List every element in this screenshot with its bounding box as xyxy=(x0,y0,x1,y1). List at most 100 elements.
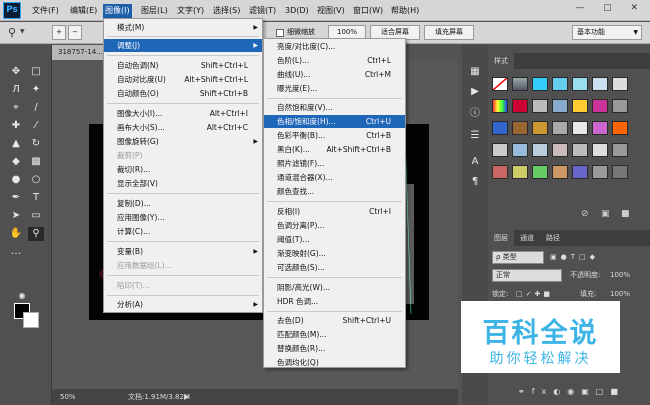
menu-3d[interactable]: 3D(D) xyxy=(283,4,311,18)
menu-layer[interactable]: 图层(L) xyxy=(139,4,170,18)
menu-item-mode[interactable]: 模式(M) ▶ xyxy=(104,21,262,34)
status-zoom[interactable]: 50% xyxy=(60,389,76,405)
menu-type[interactable]: 文字(Y) xyxy=(175,4,206,18)
menu-item-auto-contrast[interactable]: 自动对比度(U) Alt+Shift+Ctrl+L xyxy=(104,73,262,86)
menu-item-selective-color[interactable]: 可选颜色(S)... xyxy=(264,261,405,274)
quick-mask-icon[interactable]: ◉ xyxy=(14,289,30,303)
style-swatch[interactable] xyxy=(492,121,508,135)
zoom-in-icon[interactable]: + xyxy=(52,25,66,40)
pen-tool-icon[interactable]: ✒ xyxy=(8,191,24,205)
menu-item-replace-color[interactable]: 替换颜色(R)... xyxy=(264,342,405,355)
menu-filter[interactable]: 滤镜(T) xyxy=(247,4,278,18)
crop-tool-icon[interactable]: ⌖ xyxy=(8,101,24,115)
style-swatch[interactable] xyxy=(512,143,528,157)
style-swatch[interactable] xyxy=(592,143,608,157)
new-style-icon[interactable]: ▣ xyxy=(601,209,610,219)
style-swatch[interactable] xyxy=(572,165,588,179)
menu-item-threshold[interactable]: 阈值(T)... xyxy=(264,233,405,246)
background-color-swatch[interactable] xyxy=(23,312,39,328)
style-swatch[interactable] xyxy=(612,143,628,157)
menu-view[interactable]: 视图(V) xyxy=(315,4,347,18)
menu-item-auto-color[interactable]: 自动颜色(O) Shift+Ctrl+B xyxy=(104,87,262,100)
menu-edit[interactable]: 编辑(E) xyxy=(68,4,99,18)
trash-icon[interactable]: ■ xyxy=(621,209,630,219)
rectangle-tool-icon[interactable]: ▭ xyxy=(28,209,44,223)
menu-item-photo-filter[interactable]: 照片滤镜(F)... xyxy=(264,157,405,170)
menu-item-vibrance[interactable]: 自然饱和度(V)... xyxy=(264,101,405,114)
menu-item-variables[interactable]: 变量(B) ▶ xyxy=(104,245,262,258)
properties-panel-icon[interactable]: ☰ xyxy=(467,129,483,143)
menu-item-shadows-highlights[interactable]: 阴影/高光(W)... xyxy=(264,281,405,294)
tab-channels[interactable]: 通道 xyxy=(514,230,540,246)
style-swatch[interactable] xyxy=(552,77,568,91)
style-swatch[interactable] xyxy=(572,143,588,157)
more-tools-icon[interactable]: … xyxy=(8,245,24,259)
type-tool-icon[interactable]: T xyxy=(28,191,44,205)
menu-item-calculations[interactable]: 计算(C)... xyxy=(104,225,262,238)
style-swatch[interactable] xyxy=(552,143,568,157)
brush-tool-icon[interactable]: ⁄ xyxy=(28,119,44,133)
style-swatch[interactable] xyxy=(512,77,528,91)
style-swatch[interactable] xyxy=(572,99,588,113)
menu-item-apply-data-set[interactable]: 应用数据组(L)... xyxy=(104,259,262,272)
quick-select-tool-icon[interactable]: ✦ xyxy=(28,83,44,97)
dodge-tool-icon[interactable]: ○ xyxy=(28,173,44,187)
tab-paths[interactable]: 路径 xyxy=(540,230,566,246)
menu-item-desaturate[interactable]: 去色(D) Shift+Ctrl+U xyxy=(264,314,405,327)
history-brush-tool-icon[interactable]: ↻ xyxy=(28,137,44,151)
blend-mode-select[interactable]: 正常 xyxy=(492,269,562,282)
style-swatch[interactable] xyxy=(532,99,548,113)
menu-item-invert[interactable]: 反相(I) Ctrl+I xyxy=(264,205,405,218)
menu-item-apply-image[interactable]: 应用图像(Y)... xyxy=(104,211,262,224)
hand-tool-icon[interactable]: ✋ xyxy=(8,227,24,241)
menu-item-equalize[interactable]: 色调均化(Q) xyxy=(264,356,405,369)
style-swatch[interactable] xyxy=(552,121,568,135)
lasso-tool-icon[interactable]: Л xyxy=(8,83,24,97)
history-panel-icon[interactable]: ▦ xyxy=(467,65,483,79)
gradient-tool-icon[interactable]: ▩ xyxy=(28,155,44,169)
chevron-down-icon[interactable]: ▼ xyxy=(20,28,25,35)
menu-item-image-rotation[interactable]: 图像旋转(G) ▶ xyxy=(104,135,262,148)
menu-file[interactable]: 文件(F) xyxy=(30,4,61,18)
eyedropper-tool-icon[interactable]: ∕ xyxy=(28,101,44,115)
menu-item-match-color[interactable]: 匹配颜色(M)... xyxy=(264,328,405,341)
style-swatch[interactable] xyxy=(512,121,528,135)
menu-item-gradient-map[interactable]: 渐变映射(G)... xyxy=(264,247,405,260)
marquee-tool-icon[interactable]: □ xyxy=(28,65,44,79)
style-swatch[interactable] xyxy=(512,165,528,179)
style-swatch[interactable] xyxy=(572,121,588,135)
zoom-tool-icon[interactable]: ⚲ xyxy=(28,227,44,241)
menu-item-channel-mixer[interactable]: 通道混合器(X)... xyxy=(264,171,405,184)
zoom-out-icon[interactable]: − xyxy=(68,25,82,40)
blur-tool-icon[interactable]: ● xyxy=(8,173,24,187)
actions-panel-icon[interactable]: ▶ xyxy=(467,85,483,99)
menu-item-color-balance[interactable]: 色彩平衡(B)... Ctrl+B xyxy=(264,129,405,142)
style-swatch[interactable] xyxy=(512,99,528,113)
layer-actions-icons[interactable]: ⚭fx◐◉▣□■ xyxy=(518,386,625,398)
style-swatch[interactable] xyxy=(612,99,628,113)
opacity-value[interactable]: 100% xyxy=(610,269,630,281)
eraser-tool-icon[interactable]: ◆ xyxy=(8,155,24,169)
style-swatch[interactable] xyxy=(532,165,548,179)
layer-filter-select[interactable]: ρ 类型 xyxy=(492,251,544,264)
style-swatch-none[interactable] xyxy=(492,77,508,91)
style-swatch[interactable] xyxy=(572,77,588,91)
style-swatch[interactable] xyxy=(592,165,608,179)
character-panel-icon[interactable]: A xyxy=(467,155,483,169)
zoom-tool-icon[interactable]: ⚲ xyxy=(8,26,16,39)
menu-item-analysis[interactable]: 分析(A) ▶ xyxy=(104,298,262,311)
workspace-select[interactable]: 基本功能 ▼ xyxy=(572,25,642,40)
lock-icons[interactable]: □✓✚■ xyxy=(516,288,553,300)
menu-item-hdr-toning[interactable]: HDR 色调... xyxy=(264,295,405,308)
move-tool-icon[interactable]: ✥ xyxy=(8,65,24,79)
status-arrow-icon[interactable]: ▶ xyxy=(184,389,189,405)
menu-item-auto-tone[interactable]: 自动色调(N) Shift+Ctrl+L xyxy=(104,59,262,72)
fill-screen-button[interactable]: 填充屏幕 xyxy=(424,25,474,40)
fill-value[interactable]: 100% xyxy=(610,288,630,300)
paragraph-panel-icon[interactable]: ¶ xyxy=(467,175,483,189)
menu-item-black-white[interactable]: 黑白(K)... Alt+Shift+Ctrl+B xyxy=(264,143,405,156)
healing-tool-icon[interactable]: ✚ xyxy=(8,119,24,133)
menu-item-levels[interactable]: 色阶(L)... Ctrl+L xyxy=(264,54,405,67)
menu-item-crop[interactable]: 裁剪(P) xyxy=(104,149,262,162)
menu-item-hue-saturation[interactable]: 色相/饱和度(H)... Ctrl+U xyxy=(264,115,405,128)
